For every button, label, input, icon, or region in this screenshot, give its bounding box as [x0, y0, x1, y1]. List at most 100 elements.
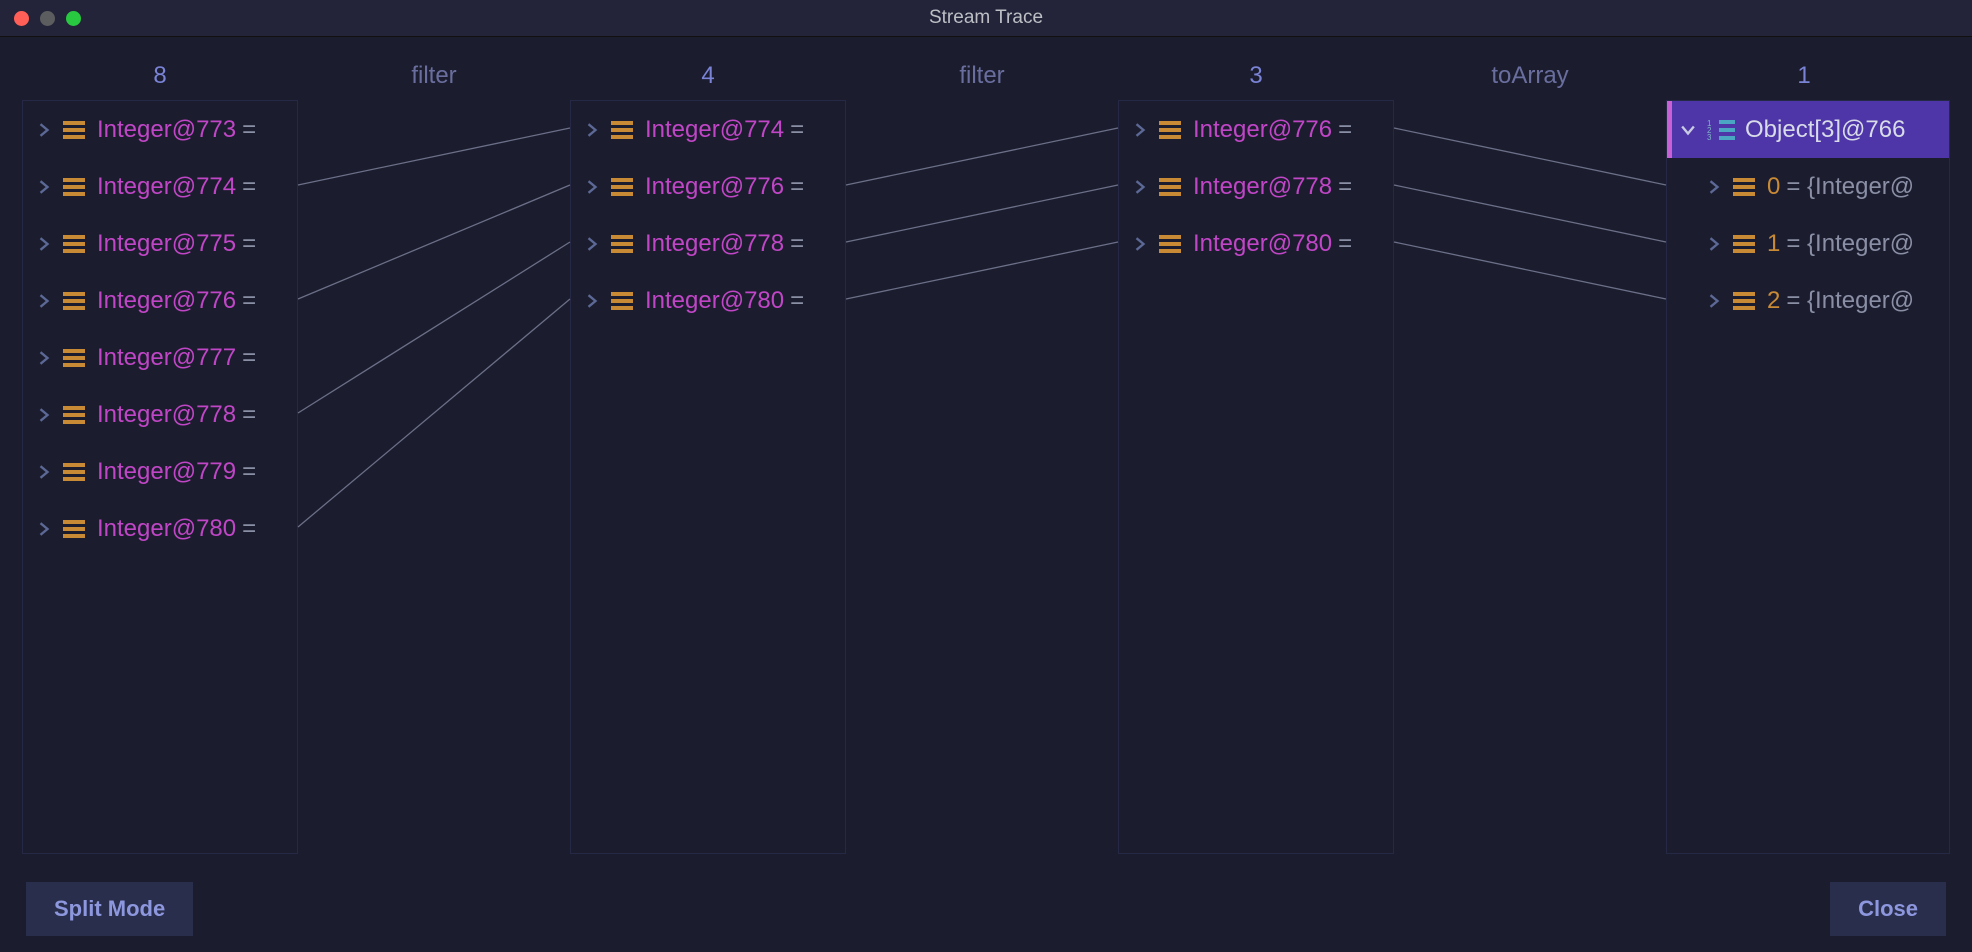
- object-icon: [63, 463, 85, 481]
- chevron-right-icon: [585, 180, 599, 194]
- item-label: Integer@774: [645, 116, 784, 144]
- entry-index: 1: [1767, 230, 1780, 258]
- close-button[interactable]: Close: [1830, 882, 1946, 936]
- object-icon: [1733, 292, 1755, 310]
- object-icon: [611, 121, 633, 139]
- chevron-right-icon: [585, 237, 599, 251]
- item-label: Integer@778: [97, 401, 236, 429]
- stream-item[interactable]: Integer@776 =: [23, 272, 297, 329]
- stage-count-2: 3: [1249, 62, 1262, 90]
- object-icon: [63, 235, 85, 253]
- stream-item[interactable]: Integer@776 =: [571, 158, 845, 215]
- item-suffix: =: [242, 458, 256, 486]
- item-label: Integer@776: [97, 287, 236, 315]
- item-label: Integer@773: [97, 116, 236, 144]
- array-icon: 123: [1707, 120, 1735, 140]
- dialog-footer: Split Mode Close: [0, 866, 1972, 952]
- item-suffix: =: [242, 287, 256, 315]
- item-suffix: =: [790, 173, 804, 201]
- object-icon: [1159, 235, 1181, 253]
- operation-label-1: filter: [959, 62, 1004, 90]
- entry-value: = {Integer@: [1786, 287, 1914, 315]
- zoom-window-icon[interactable]: [66, 11, 81, 26]
- result-label: Object[3]@766: [1745, 116, 1905, 144]
- item-suffix: =: [242, 401, 256, 429]
- object-icon: [611, 292, 633, 310]
- result-entry[interactable]: 2 = {Integer@: [1667, 272, 1949, 329]
- item-label: Integer@776: [645, 173, 784, 201]
- item-label: Integer@777: [97, 344, 236, 372]
- titlebar: Stream Trace: [0, 0, 1972, 37]
- stream-item[interactable]: Integer@780 =: [571, 272, 845, 329]
- stream-item[interactable]: Integer@773 =: [23, 101, 297, 158]
- object-icon: [63, 178, 85, 196]
- chevron-right-icon: [585, 294, 599, 308]
- chevron-right-icon: [1707, 237, 1721, 251]
- entry-value: = {Integer@: [1786, 230, 1914, 258]
- stage-count-3: 1: [1797, 62, 1810, 90]
- stream-item[interactable]: Integer@778 =: [571, 215, 845, 272]
- stage-count-0: 8: [153, 62, 166, 90]
- chevron-right-icon: [1707, 294, 1721, 308]
- stream-item[interactable]: Integer@778 =: [23, 386, 297, 443]
- result-entry[interactable]: 1 = {Integer@: [1667, 215, 1949, 272]
- stage-panel-1: Integer@774 = Integer@776 = Integer@778 …: [570, 100, 846, 854]
- item-label: Integer@775: [97, 230, 236, 258]
- item-label: Integer@780: [645, 287, 784, 315]
- stage-panel-2: Integer@776 = Integer@778 = Integer@780 …: [1118, 100, 1394, 854]
- trace-content: 8 filter 4 filter 3 toArray 1 Integer@77…: [0, 36, 1972, 866]
- object-icon: [1733, 235, 1755, 253]
- stage-panel-3: 123 Object[3]@766 0 = {Integer@ 1 = {Int…: [1666, 100, 1950, 854]
- stream-item[interactable]: Integer@780 =: [23, 500, 297, 557]
- stream-item[interactable]: Integer@775 =: [23, 215, 297, 272]
- entry-index: 0: [1767, 173, 1780, 201]
- item-suffix: =: [242, 344, 256, 372]
- object-icon: [63, 349, 85, 367]
- object-icon: [63, 520, 85, 538]
- item-suffix: =: [790, 287, 804, 315]
- chevron-right-icon: [37, 237, 51, 251]
- chevron-right-icon: [37, 522, 51, 536]
- chevron-right-icon: [585, 123, 599, 137]
- item-suffix: =: [790, 116, 804, 144]
- result-item[interactable]: 123 Object[3]@766: [1667, 101, 1949, 158]
- item-label: Integer@776: [1193, 116, 1332, 144]
- item-suffix: =: [1338, 116, 1352, 144]
- chevron-right-icon: [37, 180, 51, 194]
- stream-item[interactable]: Integer@774 =: [571, 101, 845, 158]
- chevron-right-icon: [37, 408, 51, 422]
- entry-value: = {Integer@: [1786, 173, 1914, 201]
- result-entry[interactable]: 0 = {Integer@: [1667, 158, 1949, 215]
- item-suffix: =: [242, 116, 256, 144]
- object-icon: [1159, 121, 1181, 139]
- chevron-right-icon: [37, 123, 51, 137]
- operation-label-2: toArray: [1491, 62, 1568, 90]
- item-suffix: =: [1338, 173, 1352, 201]
- chevron-right-icon: [37, 351, 51, 365]
- stage-count-1: 4: [701, 62, 714, 90]
- close-window-icon[interactable]: [14, 11, 29, 26]
- minimize-window-icon[interactable]: [40, 11, 55, 26]
- split-mode-button[interactable]: Split Mode: [26, 882, 193, 936]
- item-label: Integer@780: [97, 515, 236, 543]
- chevron-right-icon: [37, 294, 51, 308]
- stream-item[interactable]: Integer@776 =: [1119, 101, 1393, 158]
- stream-item[interactable]: Integer@778 =: [1119, 158, 1393, 215]
- chevron-right-icon: [1133, 180, 1147, 194]
- object-icon: [611, 235, 633, 253]
- stage-panel-0: Integer@773 = Integer@774 = Integer@775 …: [22, 100, 298, 854]
- object-icon: [63, 292, 85, 310]
- window-title: Stream Trace: [0, 7, 1972, 29]
- item-label: Integer@778: [645, 230, 784, 258]
- item-suffix: =: [1338, 230, 1352, 258]
- stream-item[interactable]: Integer@780 =: [1119, 215, 1393, 272]
- object-icon: [611, 178, 633, 196]
- stream-item[interactable]: Integer@777 =: [23, 329, 297, 386]
- object-icon: [1733, 178, 1755, 196]
- stream-item[interactable]: Integer@774 =: [23, 158, 297, 215]
- item-suffix: =: [242, 515, 256, 543]
- chevron-right-icon: [1133, 123, 1147, 137]
- item-suffix: =: [790, 230, 804, 258]
- stream-item[interactable]: Integer@779 =: [23, 443, 297, 500]
- object-icon: [63, 406, 85, 424]
